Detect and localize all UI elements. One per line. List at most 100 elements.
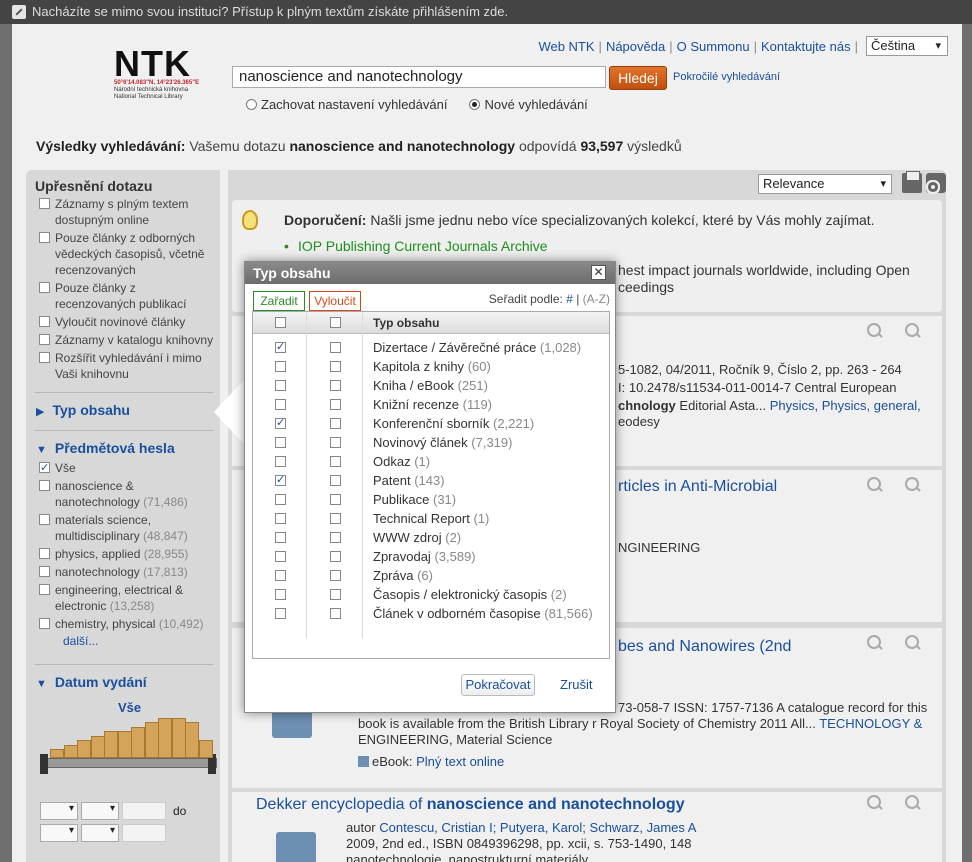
date-to-year[interactable] (122, 824, 166, 842)
content-type-row[interactable]: Knižní recenze (119) (253, 395, 609, 414)
subject-item[interactable]: nanoscience & nanotechnology (71,486) (39, 478, 217, 510)
date-slider-track[interactable] (43, 758, 217, 768)
exclude-checkbox[interactable] (330, 380, 341, 391)
result-title[interactable]: bes and Nanowires (2nd (618, 638, 791, 656)
related-icon[interactable] (904, 634, 922, 652)
content-type-row[interactable]: Kniha / eBook (251) (253, 376, 609, 395)
subject-tags[interactable]: Physics, Physics, general, (770, 398, 921, 413)
content-type-row[interactable]: WWW zdroj (2) (253, 528, 609, 547)
exclude-checkbox[interactable] (330, 589, 341, 600)
refine-fulltext[interactable]: Záznamy s plným textem dostupným online (39, 196, 217, 228)
exclude-checkbox[interactable] (330, 494, 341, 505)
content-type-row[interactable]: Patent (143) (253, 471, 609, 490)
subject-tag[interactable]: eodesy (618, 414, 660, 430)
exclude-checkbox[interactable] (330, 513, 341, 524)
subject-tag[interactable]: NGINEERING (618, 540, 700, 556)
keep-settings-option[interactable]: Zachovat nastavení vyhledávání (246, 97, 447, 112)
subject-item[interactable]: engineering, electrical & electronic (13… (39, 582, 217, 614)
refine-peer-reviewed[interactable]: Pouze články z recenzovaných publikací (39, 280, 217, 312)
content-type-row[interactable]: Časopis / elektronický časopis (2) (253, 585, 609, 604)
exclude-checkbox[interactable] (330, 342, 341, 353)
date-to-day[interactable] (81, 824, 119, 842)
subject-item[interactable]: chemistry, physical (10,492) (39, 616, 217, 632)
more-subjects-link[interactable]: další... (63, 634, 98, 648)
content-type-row[interactable]: Kapitola z knihy (60) (253, 357, 609, 376)
exclude-checkbox[interactable] (330, 399, 341, 410)
content-type-row[interactable]: Odkaz (1) (253, 452, 609, 471)
exclude-all-checkbox[interactable] (330, 317, 341, 328)
date-all-label[interactable]: Vše (118, 700, 141, 715)
recommendation-link[interactable]: IOP Publishing Current Journals Archive (284, 238, 548, 254)
exclude-checkbox[interactable] (330, 456, 341, 467)
search-button[interactable]: Hledej (609, 66, 667, 90)
exclude-checkbox[interactable] (330, 551, 341, 562)
exclude-checkbox[interactable] (330, 608, 341, 619)
date-histogram[interactable] (40, 716, 218, 776)
include-checkbox[interactable] (275, 380, 286, 391)
preview-icon[interactable] (866, 476, 884, 494)
language-select[interactable]: Čeština (866, 36, 948, 56)
include-checkbox[interactable] (275, 494, 286, 505)
content-type-row[interactable]: Článek v odborném časopise (81,566) (253, 604, 609, 623)
content-type-row[interactable]: Novinový článek (7,319) (253, 433, 609, 452)
content-type-row[interactable]: Konferenční sborník (2,221) (253, 414, 609, 433)
search-input[interactable]: nanoscience and nanotechnology (232, 66, 606, 88)
content-type-row[interactable]: Zpráva (6) (253, 566, 609, 585)
include-all-checkbox[interactable] (275, 317, 286, 328)
result-title[interactable]: Dekker encyclopedia of nanoscience and n… (256, 796, 685, 814)
exclude-checkbox[interactable] (330, 570, 341, 581)
subject-all[interactable]: Vše (39, 460, 217, 476)
include-checkbox[interactable] (275, 361, 286, 372)
include-checkbox[interactable] (275, 513, 286, 524)
include-checkbox[interactable] (275, 608, 286, 619)
login-notice-text[interactable]: Nacházíte se mimo svou instituci? Přístu… (32, 0, 508, 24)
date-slider-start-handle[interactable] (40, 754, 48, 774)
authors-link[interactable]: Contescu, Cristian I; Putyera, Karol; Sc… (379, 820, 696, 835)
nav-about[interactable]: O Summonu (677, 39, 750, 54)
print-icon[interactable] (902, 171, 922, 193)
related-icon[interactable] (904, 322, 922, 340)
include-checkbox[interactable] (275, 399, 286, 410)
date-from-year[interactable] (122, 802, 166, 820)
related-icon[interactable] (904, 794, 922, 812)
include-checkbox[interactable] (275, 589, 286, 600)
include-checkbox[interactable] (275, 456, 286, 467)
exclude-checkbox[interactable] (330, 418, 341, 429)
include-checkbox[interactable] (275, 473, 286, 486)
nav-help[interactable]: Nápověda (606, 39, 665, 54)
date-from-day[interactable] (81, 802, 119, 820)
content-type-row[interactable]: Publikace (31) (253, 490, 609, 509)
exclude-checkbox[interactable] (330, 475, 341, 486)
nav-contact[interactable]: Kontaktujte nás (761, 39, 851, 54)
subjects-facet[interactable]: ▼ Předmětová hesla (36, 440, 175, 456)
include-checkbox[interactable] (275, 551, 286, 562)
sort-alphabetical[interactable]: (A-Z) (583, 292, 610, 306)
exclude-checkbox[interactable] (330, 361, 341, 372)
include-checkbox[interactable] (275, 437, 286, 448)
subject-tag[interactable]: TECHNOLOGY & (819, 716, 922, 731)
ntk-logo[interactable]: NTK 50°6'14.083"N, 14°23'26.365"E Národn… (114, 46, 199, 101)
exclude-checkbox[interactable] (330, 532, 341, 543)
date-to-month[interactable] (40, 824, 78, 842)
continue-button[interactable]: Pokračovat (461, 674, 535, 696)
date-facet[interactable]: ▼ Datum vydání (36, 674, 147, 690)
subject-item[interactable]: nanotechnology (17,813) (39, 564, 217, 580)
preview-icon[interactable] (866, 794, 884, 812)
refine-exclude-news[interactable]: Vyloučit novinové články (39, 314, 217, 330)
refine-expand[interactable]: Rozšířit vyhledávání i mimo Vaši knihovn… (39, 350, 217, 382)
rss-icon[interactable] (926, 173, 946, 193)
content-type-facet[interactable]: ▶ Typ obsahu (36, 402, 130, 418)
content-type-row[interactable]: Dizertace / Závěrečné práce (1,028) (253, 338, 609, 357)
new-search-radio[interactable] (469, 99, 481, 110)
include-checkbox[interactable] (275, 340, 286, 353)
exclude-checkbox[interactable] (330, 437, 341, 448)
login-notice-bar[interactable]: Nacházíte se mimo svou instituci? Přístu… (0, 0, 972, 24)
subject-tags[interactable]: nanotechnologie, nanostrukturní materiál… (346, 852, 588, 862)
fulltext-link[interactable]: Plný text online (416, 754, 504, 769)
subject-tags[interactable]: ENGINEERING, Material Science (358, 732, 552, 748)
close-icon[interactable]: ✕ (591, 265, 606, 280)
include-checkbox[interactable] (275, 532, 286, 543)
date-from-month[interactable] (40, 802, 78, 820)
subject-item[interactable]: physics, applied (28,955) (39, 546, 217, 562)
subject-item[interactable]: materials science, multidisciplinary (48… (39, 512, 217, 544)
